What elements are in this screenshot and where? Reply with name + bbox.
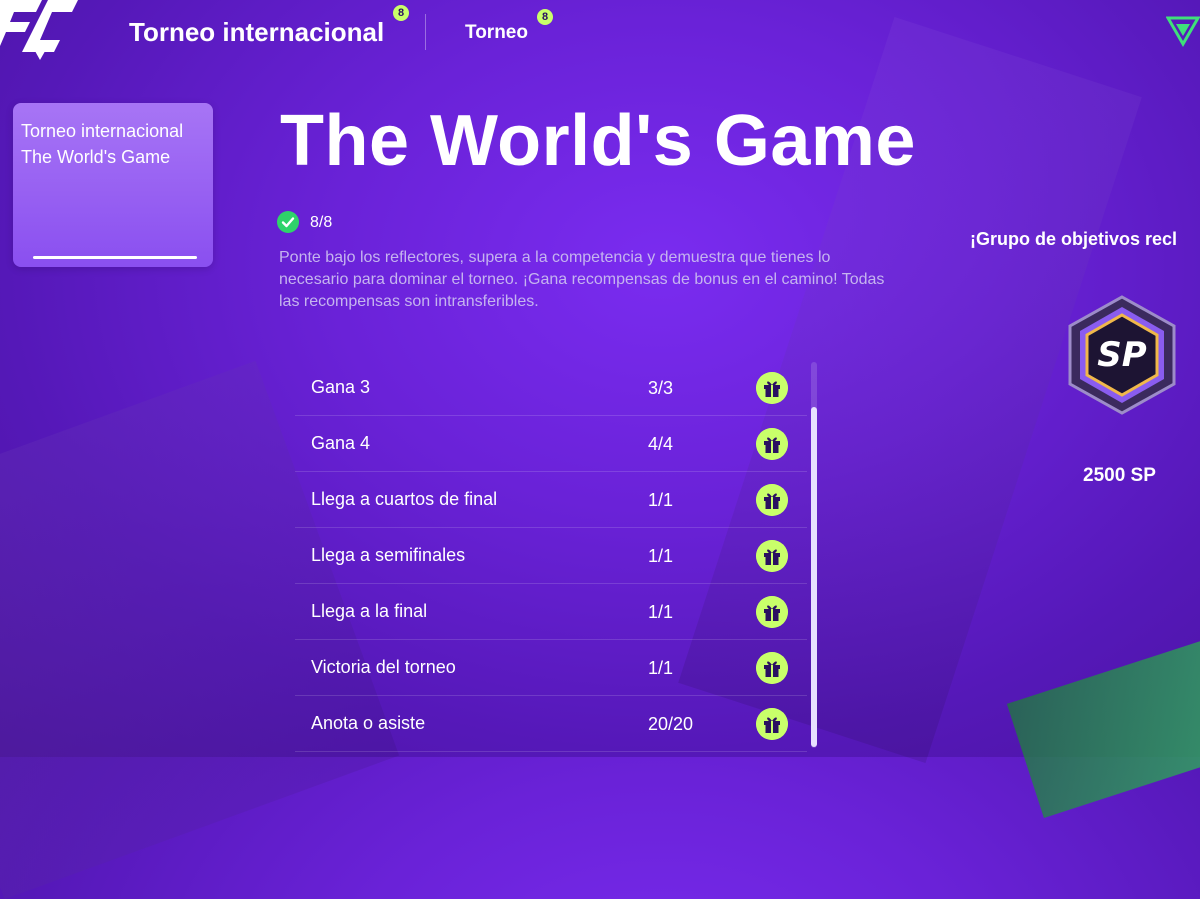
objective-count: 1/1 bbox=[648, 602, 674, 622]
gift-icon[interactable] bbox=[756, 540, 788, 572]
objectives-list: Gana 3 3/3 Gana 4 4/4 Llega a cuartos de… bbox=[295, 360, 807, 752]
page-title: The World's Game bbox=[280, 101, 916, 181]
objective-label: Llega a semifinales bbox=[311, 545, 466, 565]
objective-label: Gana 3 bbox=[311, 377, 371, 397]
objective-count: 1/1 bbox=[648, 490, 674, 510]
gift-icon[interactable] bbox=[756, 708, 788, 740]
notification-badge: 8 bbox=[393, 5, 409, 21]
gift-icon[interactable] bbox=[756, 428, 788, 460]
objective-row[interactable]: Llega a semifinales 1/1 bbox=[295, 528, 807, 584]
tab-torneo[interactable]: Torneo bbox=[465, 22, 528, 44]
nav-title[interactable]: Torneo internacional bbox=[129, 17, 384, 48]
gift-icon[interactable] bbox=[756, 652, 788, 684]
description: Ponte bajo los reflectores, supera a la … bbox=[279, 249, 885, 310]
tournament-card-title: Torneo internacional The World's Game bbox=[21, 121, 184, 167]
objective-count: 4/4 bbox=[648, 434, 674, 454]
gift-icon[interactable] bbox=[756, 596, 788, 628]
objective-group-title: ¡Grupo de objetivos recl bbox=[970, 229, 1178, 249]
objective-row[interactable]: Anota o asiste 20/20 bbox=[295, 696, 807, 752]
objective-label: Gana 4 bbox=[311, 433, 371, 453]
objective-count: 1/1 bbox=[648, 658, 674, 678]
scrollbar[interactable] bbox=[811, 362, 817, 748]
objective-count: 1/1 bbox=[648, 546, 674, 566]
check-circle-icon bbox=[277, 211, 299, 233]
sp-emblem-icon: SP bbox=[1068, 295, 1176, 415]
selection-indicator bbox=[33, 256, 197, 259]
tournament-card[interactable]: Torneo internacional The World's Game bbox=[13, 103, 213, 267]
reward-value: 2500 SP bbox=[1083, 465, 1156, 486]
objective-row[interactable]: Llega a cuartos de final 1/1 bbox=[295, 472, 807, 528]
objective-label: Llega a la final bbox=[311, 601, 428, 621]
background-green-shape bbox=[1006, 635, 1200, 819]
scrollbar-thumb[interactable] bbox=[811, 407, 817, 747]
objective-label: Victoria del torneo bbox=[311, 657, 456, 677]
progress-count: 8/8 bbox=[310, 214, 333, 231]
fc-logo-icon bbox=[0, 0, 78, 60]
objective-row[interactable]: Gana 3 3/3 bbox=[295, 360, 807, 416]
gift-icon[interactable] bbox=[756, 484, 788, 516]
gift-icon[interactable] bbox=[756, 372, 788, 404]
objective-label: Anota o asiste bbox=[311, 713, 426, 733]
objective-row[interactable]: Llega a la final 1/1 bbox=[295, 584, 807, 640]
notification-badge: 8 bbox=[537, 9, 553, 25]
nav-divider bbox=[425, 14, 426, 50]
sp-emblem-text: SP bbox=[1097, 335, 1146, 375]
objective-count: 20/20 bbox=[648, 714, 694, 734]
objective-row[interactable]: Victoria del torneo 1/1 bbox=[295, 640, 807, 696]
objective-label: Llega a cuartos de final bbox=[311, 489, 498, 509]
triangle-menu-icon[interactable] bbox=[1166, 14, 1200, 50]
objective-row[interactable]: Gana 4 4/4 bbox=[295, 416, 807, 472]
objective-count: 3/3 bbox=[648, 378, 674, 398]
